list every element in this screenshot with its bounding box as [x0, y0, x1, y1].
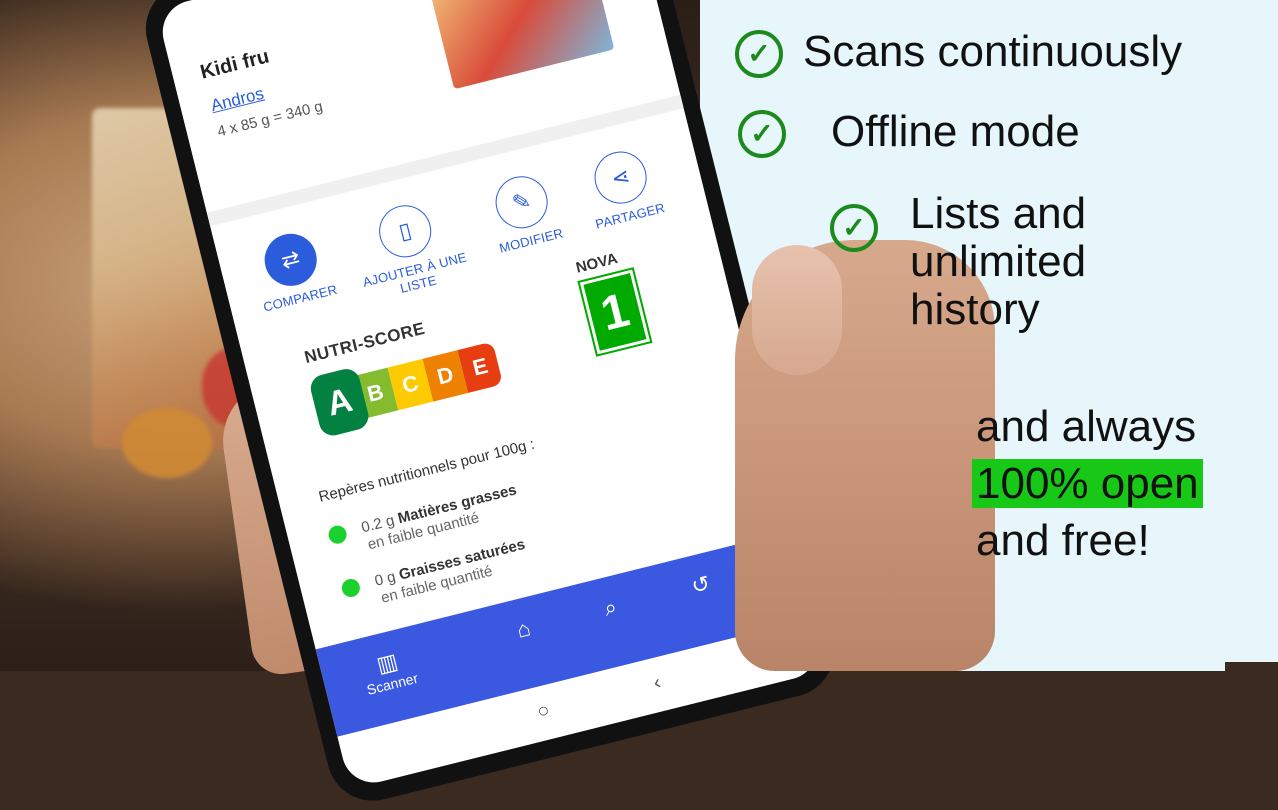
- history-icon: ↺: [688, 570, 713, 600]
- feature-text: Lists and unlimited history: [910, 190, 1086, 334]
- tagline-line3: and free!: [976, 516, 1150, 565]
- corner-shadow: [1225, 662, 1278, 671]
- pencil-icon: ✎: [490, 170, 554, 234]
- feature-line: Lists and: [910, 189, 1087, 238]
- search-tab[interactable]: ⌕: [601, 594, 619, 622]
- thumb: [752, 245, 842, 375]
- tagline-highlight: 100% open: [972, 459, 1203, 508]
- home-system-icon[interactable]: ○: [535, 699, 552, 724]
- bookmark-icon: ▯: [373, 199, 437, 263]
- feature-line: history: [910, 285, 1040, 334]
- home-icon: ⌂: [514, 615, 534, 643]
- checkmark-icon: ✓: [738, 110, 786, 158]
- tagline: and always 100% open and free!: [972, 398, 1203, 569]
- history-tab[interactable]: ↺: [689, 570, 713, 600]
- feature-item: ✓ Offline mode: [738, 108, 1080, 158]
- home-tab[interactable]: ⌂: [514, 615, 533, 643]
- search-icon: ⌕: [601, 593, 620, 621]
- share-icon: ⋖: [589, 146, 653, 210]
- level-dot-icon: [339, 577, 362, 599]
- brand-link[interactable]: Andros: [209, 84, 266, 116]
- checkmark-icon: ✓: [830, 204, 878, 252]
- feature-line: unlimited: [910, 237, 1087, 286]
- checkmark-icon: ✓: [735, 30, 783, 78]
- feature-text: Scans continuously: [803, 27, 1183, 76]
- share-button[interactable]: ⋖ PARTAGER: [546, 135, 700, 240]
- nova-badge[interactable]: 1: [577, 267, 653, 357]
- feature-item: ✓ Scans continuously: [735, 28, 1182, 78]
- product-name: Kidi fru: [198, 45, 272, 84]
- nova-title: NOVA: [574, 250, 620, 277]
- feature-text: Offline mode: [831, 107, 1080, 156]
- level-dot-icon: [326, 523, 349, 546]
- compare-icon: ⇄: [259, 228, 323, 292]
- apple-illustration: [122, 408, 212, 478]
- tagline-line1: and always: [976, 402, 1197, 451]
- scanner-tab[interactable]: ▥ Scanner: [359, 645, 419, 698]
- feature-item: ✓ Lists and unlimited history: [830, 190, 1086, 334]
- back-icon[interactable]: ‹: [651, 671, 663, 695]
- product-image[interactable]: [427, 0, 615, 90]
